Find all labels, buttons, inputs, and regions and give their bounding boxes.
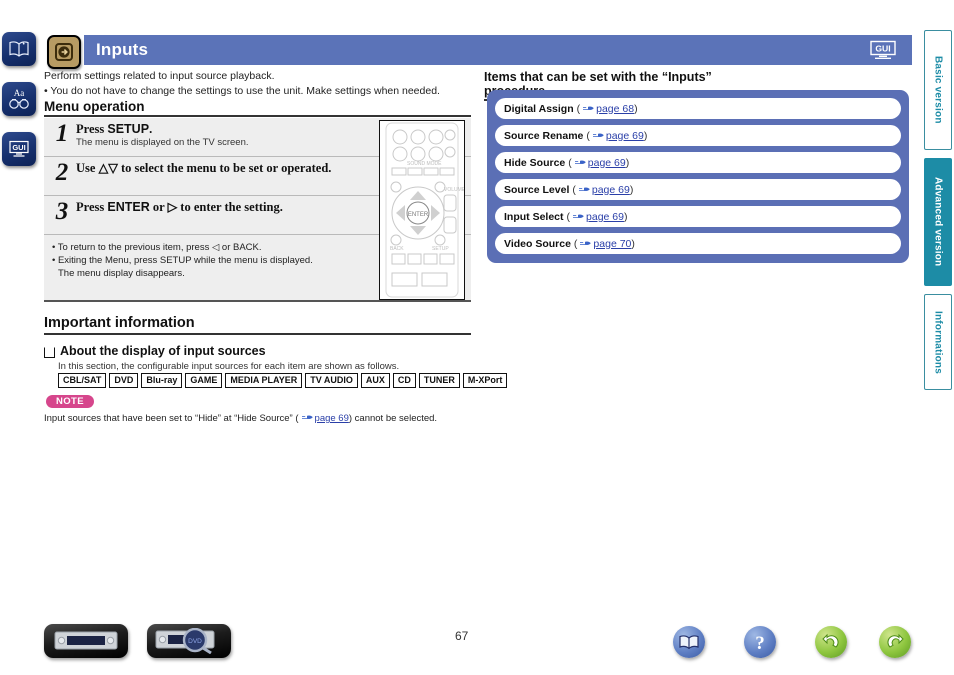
back-arrow-button[interactable]	[815, 626, 847, 658]
svg-text:DVD: DVD	[188, 638, 202, 645]
tab-informations[interactable]: Informations	[924, 294, 952, 390]
item-reference: (page 70)	[573, 237, 635, 251]
source-tag: TV AUDIO	[305, 373, 358, 388]
item-page-link[interactable]: page 69	[592, 184, 630, 196]
svg-text:BACK: BACK	[390, 246, 404, 252]
important-information-heading: Important information	[44, 315, 471, 335]
square-bullet-icon	[44, 346, 55, 358]
item-page-link[interactable]: page 69	[588, 157, 626, 169]
receiver-display-magnify-button[interactable]: DVD	[147, 624, 231, 658]
pointing-hand-icon	[579, 239, 592, 251]
note-badge: NOTE	[46, 395, 94, 408]
step-number: 1	[55, 120, 69, 147]
about-display-label: About the display of input sources	[60, 344, 266, 358]
tab-basic-version-label: Basic version	[932, 56, 944, 124]
gui-badge-icon: GUI	[866, 40, 900, 60]
input-source-icon	[47, 35, 81, 69]
receiver-front-panel-button[interactable]	[44, 624, 128, 658]
item-reference: (page 69)	[566, 210, 628, 224]
item-page-link[interactable]: page 70	[593, 238, 631, 250]
contents-book-button[interactable]	[673, 626, 705, 658]
sidebar-item-manual[interactable]	[2, 32, 36, 66]
page-number: 67	[455, 629, 469, 643]
tab-basic-version[interactable]: Basic version	[924, 30, 952, 150]
svg-text:ENTER: ENTER	[408, 212, 429, 218]
item-page-link[interactable]: page 69	[606, 130, 644, 142]
source-tag: Blu-ray	[141, 373, 183, 388]
intro-line-1: Perform settings related to input source…	[44, 70, 275, 82]
items-panel-row[interactable]: Source Rename (page 69)	[495, 125, 901, 146]
intro-line-2: • You do not have to change the settings…	[44, 85, 440, 97]
item-reference: (page 69)	[568, 156, 630, 170]
input-source-tag-list: CBL/SAT DVD Blu-ray GAME MEDIA PLAYER TV…	[58, 373, 508, 388]
item-reference: (page 69)	[572, 183, 634, 197]
items-panel-row[interactable]: Video Source (page 70)	[495, 233, 901, 254]
svg-text:GUI: GUI	[12, 143, 25, 152]
item-name: Input Select	[504, 210, 564, 223]
remote-control-illustration: ENTER BACK SETUP SOUND MODE VOLUME	[379, 120, 465, 300]
items-panel-row[interactable]: Input Select (page 69)	[495, 206, 901, 227]
items-panel: Digital Assign (page 68) Source Rename (…	[487, 90, 909, 263]
items-panel-row[interactable]: Digital Assign (page 68)	[495, 98, 901, 119]
note-page-link[interactable]: page 69	[315, 413, 349, 424]
pointing-hand-icon	[301, 413, 314, 425]
items-panel-row[interactable]: Source Level (page 69)	[495, 179, 901, 200]
source-tag: MEDIA PLAYER	[225, 373, 303, 388]
note-text: Input sources that have been set to “Hid…	[44, 412, 437, 424]
manual-book-icon	[8, 40, 30, 58]
gui-monitor-icon: GUI	[7, 139, 31, 159]
item-reference: (page 69)	[586, 129, 648, 143]
item-name: Source Rename	[504, 129, 584, 142]
note-text-pre: Input sources that have been set to “Hid…	[44, 413, 299, 424]
item-name: Hide Source	[504, 156, 566, 169]
note-text-post: ) cannot be selected.	[348, 413, 438, 424]
step-number: 3	[55, 198, 69, 225]
pointing-hand-icon	[572, 212, 585, 224]
source-tag: DVD	[109, 373, 139, 388]
items-panel-row[interactable]: Hide Source (page 69)	[495, 152, 901, 173]
sidebar-item-gui[interactable]: GUI	[2, 132, 36, 166]
source-tag: M-XPort	[462, 373, 508, 388]
step-number: 2	[55, 159, 69, 186]
left-sidebar: Aa GUI	[2, 32, 42, 182]
step-key: SETUP	[107, 122, 150, 136]
svg-text:Aa: Aa	[14, 88, 25, 98]
source-tag: TUNER	[418, 373, 460, 388]
source-tag: CD	[392, 373, 416, 388]
item-name: Digital Assign	[504, 102, 574, 115]
forward-arrow-button[interactable]	[879, 626, 911, 658]
page-title: Inputs	[96, 40, 149, 59]
about-display-description: In this section, the configurable input …	[58, 361, 400, 372]
about-display-subheading: About the display of input sources	[44, 344, 266, 358]
source-tag: CBL/SAT	[58, 373, 107, 388]
page-header-bar: Inputs GUI	[84, 35, 912, 65]
item-name: Source Level	[504, 183, 570, 196]
tab-advanced-version-label: Advanced version	[932, 177, 944, 267]
help-question-button[interactable]: ?	[744, 626, 776, 658]
item-page-link[interactable]: page 69	[586, 211, 624, 223]
svg-text:GUI: GUI	[875, 43, 890, 53]
source-tag: AUX	[360, 373, 390, 388]
step-key: △▽	[98, 161, 118, 175]
svg-text:?: ?	[755, 633, 765, 653]
item-reference: (page 68)	[576, 102, 638, 116]
pointing-hand-icon	[578, 185, 591, 197]
tab-advanced-version[interactable]: Advanced version	[924, 158, 952, 286]
step-key: ENTER	[107, 200, 150, 214]
pointing-hand-icon	[592, 131, 605, 143]
source-tag: GAME	[185, 373, 223, 388]
svg-text:VOLUME: VOLUME	[444, 187, 464, 193]
item-name: Video Source	[504, 237, 571, 250]
svg-text:SETUP: SETUP	[432, 246, 449, 252]
pointing-hand-icon	[574, 158, 587, 170]
menu-operation-heading: Menu operation	[44, 99, 471, 117]
pointing-hand-icon	[582, 104, 595, 116]
svg-text:SOUND MODE: SOUND MODE	[407, 161, 442, 167]
font-size-binoculars-icon: Aa	[7, 87, 31, 111]
page-root: Aa GUI Inputs GUI Perform settings relat…	[0, 0, 954, 675]
tab-informations-label: Informations	[932, 310, 944, 374]
sidebar-item-font-size[interactable]: Aa	[2, 82, 36, 116]
item-page-link[interactable]: page 68	[596, 103, 634, 115]
intro-text: Perform settings related to input source…	[44, 69, 474, 98]
